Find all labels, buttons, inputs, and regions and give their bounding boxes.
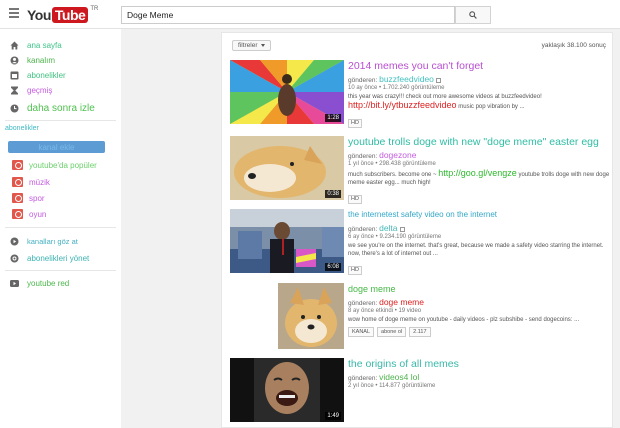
- browse-channels-icon: [10, 237, 19, 246]
- video-thumbnail[interactable]: 1:28: [230, 60, 344, 124]
- home-icon: [10, 41, 19, 50]
- video-title-link[interactable]: youtube trolls doge with new "doge meme"…: [348, 136, 610, 148]
- uploader-prefix: gönderen:: [348, 153, 378, 160]
- youtube-logo[interactable]: You Tube TR: [27, 5, 98, 24]
- sidebar-item-label: daha sonra izle: [27, 102, 95, 114]
- sidebar-item-gaming[interactable]: oyun: [8, 207, 116, 221]
- sidebar-item-label: youtube'da popüler: [29, 160, 97, 170]
- sidebar-item-home[interactable]: ana sayfa: [0, 38, 121, 52]
- sidebar-item-my-channel[interactable]: kanalım: [0, 53, 121, 67]
- user-icon: [10, 56, 19, 65]
- sidebar-divider: [5, 120, 116, 121]
- video-description-tail: music pop vibration by ...: [458, 104, 525, 110]
- video-thumbnail[interactable]: 1:49: [230, 358, 344, 422]
- video-title-link[interactable]: the origins of all memes: [348, 358, 610, 370]
- subscriptions-heading: abonelikler: [5, 125, 39, 132]
- sidebar-item-label: ana sayfa: [27, 40, 62, 50]
- sidebar-item-sports[interactable]: spor: [8, 191, 116, 205]
- search-results-panel: filtreler yaklaşık 38.100 sonuç 1:28 201…: [221, 32, 613, 428]
- video-duration: 6:08: [325, 263, 341, 271]
- video-duration: 1:49: [325, 412, 341, 420]
- sidebar-item-music[interactable]: müzik: [8, 175, 116, 189]
- filter-button[interactable]: filtreler: [232, 40, 271, 51]
- clock-icon: [10, 104, 19, 113]
- description-link[interactable]: http://bit.ly/ytbuzzfeedvideo: [348, 100, 457, 110]
- sidebar-item-label: geçmiş: [27, 85, 53, 95]
- video-meta: 2 yıl önce • 114.877 görüntüleme: [348, 383, 436, 389]
- uploader-prefix: gönderen:: [348, 226, 378, 233]
- hd-badge: HD: [348, 119, 362, 128]
- channel-link[interactable]: dogezone: [379, 150, 416, 160]
- channel-link[interactable]: delta: [379, 223, 397, 233]
- sidebar-item-label: abonelikler: [27, 70, 66, 80]
- sidebar-item-popular[interactable]: youtube'da popüler: [8, 158, 116, 172]
- channel-link[interactable]: videos4 lol: [379, 372, 419, 382]
- verified-icon: [435, 77, 441, 83]
- sidebar-item-label: abonelikleri yönet: [27, 253, 90, 263]
- sidebar-item-history[interactable]: geçmiş: [0, 83, 121, 97]
- channel-avatar[interactable]: [278, 283, 344, 349]
- channel-thumbnail-icon: [12, 160, 23, 170]
- history-icon: [10, 86, 19, 95]
- sidebar-item-label: oyun: [29, 209, 47, 219]
- channel-thumbnail-icon: [12, 209, 23, 219]
- channel-link[interactable]: doge meme: [379, 297, 424, 307]
- sidebar-item-label: youtube red: [27, 278, 70, 288]
- sidebar-item-label: spor: [29, 193, 45, 203]
- channel-title-link[interactable]: doge meme: [348, 283, 610, 295]
- doge-avatar-image: [278, 283, 344, 349]
- sidebar-item-subscriptions[interactable]: abonelikler: [0, 68, 121, 82]
- description-link[interactable]: http://goo.gl/vengze: [438, 168, 517, 178]
- video-description: we see you're on the internet. that's gr…: [348, 243, 604, 257]
- video-duration: 1:28: [325, 114, 341, 122]
- video-thumbnail[interactable]: 0:38: [230, 136, 344, 200]
- channel-thumbnail-icon: [12, 193, 23, 203]
- video-meta: 6 ay önce • 9.234.190 görüntüleme: [348, 234, 442, 240]
- channel-meta: 8 ay önce etkindi • 19 video: [348, 308, 422, 314]
- video-title-link[interactable]: the internetest safety video on the inte…: [348, 209, 610, 221]
- gear-icon: [10, 254, 19, 263]
- sidebar-item-browse-channels[interactable]: kanalları göz at: [0, 234, 121, 248]
- video-title-link[interactable]: 2014 memes you can't forget: [348, 60, 610, 72]
- channel-link[interactable]: buzzfeedvideo: [379, 74, 434, 84]
- sidebar-divider: [5, 270, 116, 271]
- uploader-prefix: gönderen:: [348, 77, 378, 84]
- uploader-prefix: gönderen:: [348, 300, 378, 307]
- result-count: yaklaşık 38.100 sonuç: [541, 42, 606, 49]
- verified-icon: [399, 226, 405, 232]
- sidebar-item-label: kanalları göz at: [27, 236, 78, 246]
- channel-badge: KANAL: [348, 327, 375, 337]
- subscribe-button[interactable]: abone ol: [377, 327, 407, 337]
- search-button[interactable]: [455, 6, 491, 24]
- hd-badge: HD: [348, 195, 362, 204]
- sidebar-item-label: müzik: [29, 177, 50, 187]
- logo-region-text: TR: [90, 5, 99, 12]
- subscriptions-icon: [10, 71, 19, 80]
- sidebar-divider: [5, 227, 116, 228]
- logo-tube-text: Tube: [51, 6, 89, 23]
- video-meta: 10 ay önce • 1.702.240 görüntüleme: [348, 85, 445, 91]
- guide-sidebar: ana sayfa kanalım abonelikler geçmiş dah…: [0, 29, 121, 428]
- search-input[interactable]: [121, 6, 455, 24]
- video-duration: 0:38: [325, 190, 341, 198]
- video-description: much subscribers. become one ~: [348, 172, 437, 178]
- filter-button-label: filtreler: [238, 42, 258, 49]
- sidebar-item-manage-subscriptions[interactable]: abonelikleri yönet: [0, 251, 121, 265]
- video-thumbnail[interactable]: 6:08: [230, 209, 344, 273]
- sidebar-item-watch-later[interactable]: daha sonra izle: [0, 101, 121, 115]
- uploader-prefix: gönderen:: [348, 375, 378, 382]
- sidebar-item-youtube-red[interactable]: youtube red: [0, 276, 121, 290]
- sidebar-item-label: kanalım: [27, 55, 56, 65]
- logo-you-text: You: [27, 6, 51, 23]
- youtube-play-icon: [10, 279, 19, 288]
- channel-description: wow home of doge meme on youtube - daily…: [348, 317, 580, 323]
- search-icon: [469, 11, 477, 19]
- hd-badge: HD: [348, 266, 362, 275]
- add-channel-button[interactable]: kanal ekle: [8, 141, 105, 153]
- masthead: You Tube TR: [0, 0, 620, 29]
- channel-thumbnail-icon: [12, 177, 23, 187]
- video-meta: 1 yıl önce • 298.438 görüntüleme: [348, 161, 436, 167]
- subscriber-count: 2.117: [409, 327, 431, 337]
- hamburger-menu-icon[interactable]: [9, 8, 19, 18]
